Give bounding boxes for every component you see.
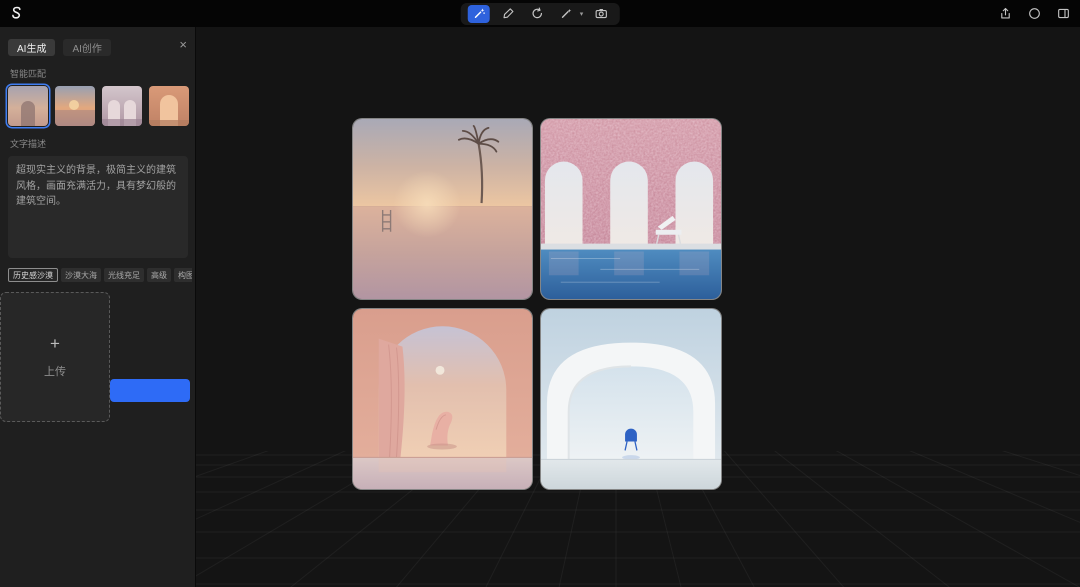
generate-button[interactable]: [110, 379, 190, 402]
chevron-down-icon[interactable]: ▾: [580, 10, 584, 18]
topbar: ▾: [0, 0, 1080, 27]
pen-icon: [503, 8, 513, 19]
style-thumbnail-1[interactable]: [8, 86, 48, 126]
share-button[interactable]: [996, 5, 1014, 23]
plus-icon: +: [50, 334, 60, 353]
canvas[interactable]: [196, 27, 1080, 587]
account-circle-icon: [1028, 8, 1040, 19]
perspective-grid: [196, 451, 1080, 587]
ai-generation-panel: AI生成 AI创作 × 智能匹配 文字描述 超现实主义的背景，极简主义的建筑风格…: [0, 27, 196, 587]
magic-brush-tool-button[interactable]: [555, 5, 577, 23]
magic-brush-icon: [561, 8, 571, 18]
share-icon: [1000, 7, 1010, 19]
style-thumbnail-3[interactable]: [102, 86, 142, 126]
sidebar-toggle-icon: [1057, 8, 1069, 19]
smart-match-thumbnails: [8, 86, 195, 126]
generated-image-4[interactable]: [540, 308, 722, 490]
generated-image-2[interactable]: [540, 118, 722, 300]
refresh-tool-button[interactable]: [526, 5, 548, 23]
tag-chip[interactable]: 光线充足: [104, 268, 144, 282]
style-thumbnail-4[interactable]: [149, 86, 189, 126]
image-upload-dropzone[interactable]: + 上传: [0, 292, 110, 422]
account-button[interactable]: [1025, 5, 1043, 23]
tab-ai-generate[interactable]: AI生成: [8, 39, 56, 56]
topbar-right-group: [996, 0, 1072, 27]
tab-ai-create[interactable]: AI创作: [63, 39, 111, 56]
sidebar-toggle-button[interactable]: [1054, 5, 1072, 23]
generated-image-3[interactable]: [352, 308, 533, 490]
tag-chip[interactable]: 高级: [147, 268, 171, 282]
camera-icon: [595, 9, 607, 19]
camera-tool-button[interactable]: [590, 5, 612, 23]
text-prompt-label: 文字描述: [10, 139, 47, 149]
text-prompt-input[interactable]: 超现实主义的背景，极简主义的建筑风格，画面充满活力，具有梦幻般的建筑空间。: [8, 156, 188, 258]
tag-chip[interactable]: 历史感沙漠: [8, 268, 58, 282]
tag-chip[interactable]: 构图...: [174, 268, 192, 282]
magic-wand-icon: [474, 8, 485, 18]
upload-label: 上传: [44, 366, 66, 378]
tag-chip[interactable]: 沙漠大海: [61, 268, 101, 282]
style-thumbnail-2[interactable]: [55, 86, 95, 126]
smart-match-label: 智能匹配: [10, 69, 47, 79]
generated-image-1[interactable]: [352, 118, 533, 300]
panel-tabs: AI生成 AI创作 ×: [0, 27, 195, 56]
close-panel-button[interactable]: ×: [179, 38, 187, 51]
prompt-tags: 历史感沙漠 沙漠大海 光线充足 高级 构图...: [8, 268, 192, 282]
refresh-icon: [531, 7, 542, 19]
ai-generate-tool-button[interactable]: [467, 4, 490, 23]
center-toolbar: ▾: [460, 2, 620, 25]
app-logo-icon[interactable]: [8, 5, 25, 22]
pen-tool-button[interactable]: [497, 5, 519, 23]
